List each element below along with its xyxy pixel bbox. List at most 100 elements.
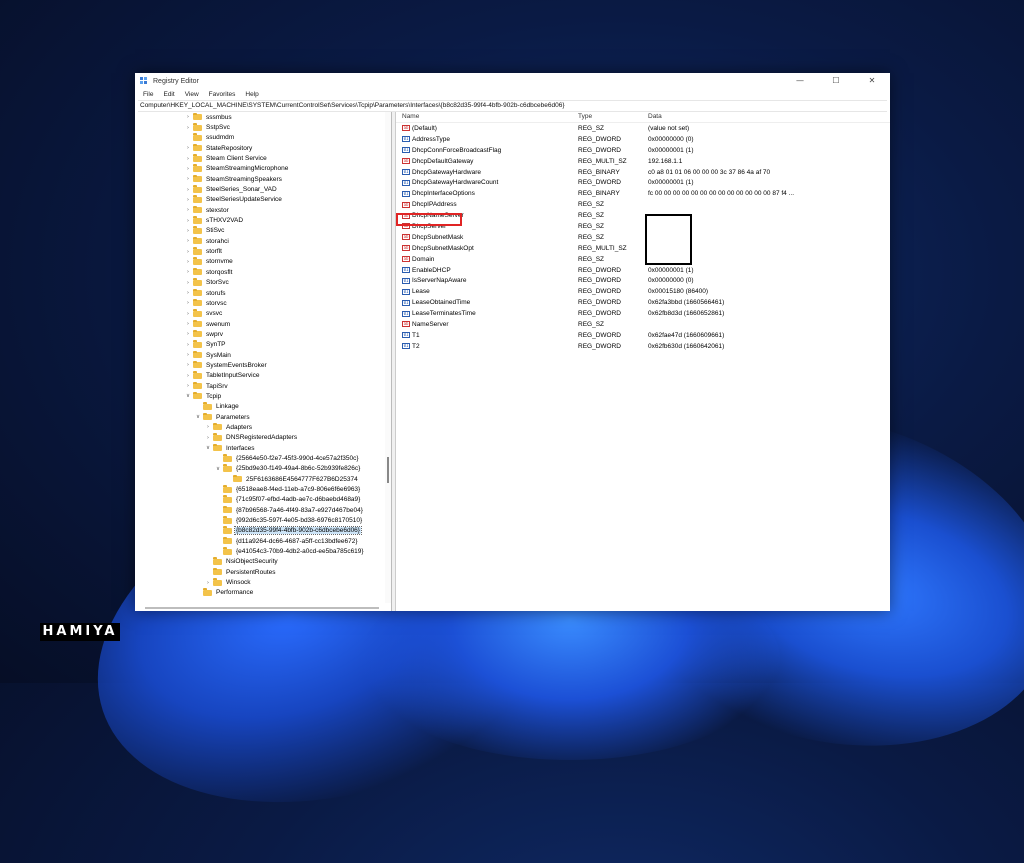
- tree-item[interactable]: › storahci: [135, 236, 391, 246]
- menu-view[interactable]: View: [180, 91, 204, 98]
- tree-item[interactable]: {e41054c3-70b9-4db2-a0cd-ee5ba785c619}: [135, 546, 391, 556]
- tree-item[interactable]: {25664e50-f2e7-45f3-990d-4ce57a2f350c}: [135, 453, 391, 463]
- chevron-down-icon[interactable]: ∨: [185, 393, 191, 399]
- tree-item[interactable]: › storflt: [135, 246, 391, 256]
- chevron-right-icon[interactable]: ›: [185, 114, 191, 120]
- value-row[interactable]: 01 T1 REG_DWORD 0x62fae47d (1660609661): [396, 330, 890, 341]
- tree-item[interactable]: 25F6163686E4564777F627B6D25374: [135, 474, 391, 484]
- value-row[interactable]: ab (Default) REG_SZ (value not set): [396, 123, 890, 134]
- chevron-right-icon[interactable]: ›: [185, 145, 191, 151]
- tree-item[interactable]: › svsvc: [135, 309, 391, 319]
- chevron-right-icon[interactable]: ›: [185, 352, 191, 358]
- tree-scroll-thumb[interactable]: [387, 457, 389, 483]
- tree-item[interactable]: › StiSvc: [135, 226, 391, 236]
- value-row[interactable]: 01 AddressType REG_DWORD 0x00000000 (0): [396, 134, 890, 145]
- chevron-right-icon[interactable]: ›: [185, 166, 191, 172]
- column-header-data[interactable]: Data: [648, 112, 890, 122]
- value-row[interactable]: ab Domain REG_SZ: [396, 254, 890, 265]
- tree-item[interactable]: ∨ {25bd9e30-f149-49a4-8b6c-52b939fe826c}: [135, 464, 391, 474]
- value-row[interactable]: ab DhcpDefaultGateway REG_MULTI_SZ 192.168.…: [396, 156, 890, 167]
- tree-item[interactable]: › storvsc: [135, 298, 391, 308]
- tree-item[interactable]: › SteamStreamingMicrophone: [135, 164, 391, 174]
- value-row[interactable]: ab DhcpSubnetMaskOpt REG_MULTI_SZ: [396, 243, 890, 254]
- tree-item[interactable]: › storqosflt: [135, 267, 391, 277]
- chevron-right-icon[interactable]: ›: [185, 269, 191, 275]
- value-row[interactable]: 01 LeaseTerminatesTime REG_DWORD 0x62fb8d3d…: [396, 308, 890, 319]
- tree-horizontal-scrollbar[interactable]: [145, 607, 379, 609]
- tree-item[interactable]: › SysMain: [135, 350, 391, 360]
- value-row[interactable]: 01 Lease REG_DWORD 0x00015180 (86400): [396, 286, 890, 297]
- chevron-right-icon[interactable]: ›: [185, 207, 191, 213]
- chevron-right-icon[interactable]: ›: [185, 238, 191, 244]
- tree-item[interactable]: › stexstor: [135, 205, 391, 215]
- tree-item[interactable]: › SteelSeries_Sonar_VAD: [135, 184, 391, 194]
- value-row[interactable]: ab DhcpSubnetMask REG_SZ: [396, 232, 890, 243]
- column-header-name[interactable]: Name: [396, 112, 578, 122]
- tree-item[interactable]: › sssmbus: [135, 112, 391, 122]
- tree-item[interactable]: › stornvme: [135, 257, 391, 267]
- tree-item[interactable]: Performance: [135, 588, 391, 598]
- chevron-right-icon[interactable]: ›: [185, 383, 191, 389]
- menu-file[interactable]: File: [138, 91, 158, 98]
- tree-item[interactable]: {d11a9264-dc66-4687-a5ff-cc13bdfee672}: [135, 536, 391, 546]
- tree-item[interactable]: › StorSvc: [135, 278, 391, 288]
- tree-item[interactable]: › SynTP: [135, 340, 391, 350]
- value-row[interactable]: ab DhcpIPAddress REG_SZ: [396, 199, 890, 210]
- tree-item[interactable]: {6518eae8-f4ed-11eb-a7c9-806e6f6e6963}: [135, 484, 391, 494]
- tree-item[interactable]: › swprv: [135, 329, 391, 339]
- chevron-down-icon[interactable]: ∨: [195, 414, 201, 420]
- value-row[interactable]: 01 T2 REG_DWORD 0x62fb630d (1660642061): [396, 341, 890, 352]
- chevron-down-icon[interactable]: ∨: [205, 445, 211, 451]
- tree-item[interactable]: › StateRepository: [135, 143, 391, 153]
- tree-item[interactable]: ∨ Parameters: [135, 412, 391, 422]
- chevron-right-icon[interactable]: ›: [185, 125, 191, 131]
- chevron-down-icon[interactable]: ∨: [215, 466, 221, 472]
- tree-item[interactable]: Linkage: [135, 402, 391, 412]
- title-bar[interactable]: Registry Editor — ☐ ✕: [135, 73, 890, 89]
- chevron-right-icon[interactable]: ›: [205, 580, 211, 586]
- chevron-right-icon[interactable]: ›: [185, 373, 191, 379]
- chevron-right-icon[interactable]: ›: [185, 218, 191, 224]
- close-button[interactable]: ✕: [854, 73, 890, 89]
- chevron-right-icon[interactable]: ›: [185, 187, 191, 193]
- menu-edit[interactable]: Edit: [158, 91, 179, 98]
- chevron-right-icon[interactable]: ›: [185, 311, 191, 317]
- value-row[interactable]: ab NameServer REG_SZ: [396, 319, 890, 330]
- maximize-button[interactable]: ☐: [818, 73, 854, 89]
- chevron-right-icon[interactable]: ›: [185, 321, 191, 327]
- tree-item[interactable]: {992d6c35-597f-4e05-bd38-6976c8170510}: [135, 515, 391, 525]
- tree-item[interactable]: › storufs: [135, 288, 391, 298]
- tree-item[interactable]: › TapiSrv: [135, 381, 391, 391]
- chevron-right-icon[interactable]: ›: [185, 342, 191, 348]
- tree-item[interactable]: {b8c82d35-99f4-4bfb-902b-c6dbcebe6d06}: [135, 526, 391, 536]
- value-row[interactable]: 01 DhcpGatewayHardware REG_BINARY c0 a8 01 …: [396, 167, 890, 178]
- tree-item[interactable]: › SstpSvc: [135, 122, 391, 132]
- chevron-right-icon[interactable]: ›: [185, 290, 191, 296]
- tree-item[interactable]: ∨ Tcpip: [135, 391, 391, 401]
- chevron-right-icon[interactable]: ›: [185, 249, 191, 255]
- value-row[interactable]: 01 DhcpConnForceBroadcastFlag REG_DWORD 0x0…: [396, 145, 890, 156]
- chevron-right-icon[interactable]: ›: [185, 259, 191, 265]
- value-row[interactable]: 01 DhcpInterfaceOptions REG_BINARY fc 00 00…: [396, 188, 890, 199]
- tree-item[interactable]: NsiObjectSecurity: [135, 557, 391, 567]
- address-bar[interactable]: Computer\HKEY_LOCAL_MACHINE\SYSTEM\Curre…: [138, 100, 887, 112]
- value-row[interactable]: ab DhcpNameServer REG_SZ: [396, 210, 890, 221]
- tree-item[interactable]: › Adapters: [135, 422, 391, 432]
- menu-help[interactable]: Help: [240, 91, 263, 98]
- chevron-right-icon[interactable]: ›: [185, 362, 191, 368]
- chevron-right-icon[interactable]: ›: [185, 197, 191, 203]
- chevron-right-icon[interactable]: ›: [185, 300, 191, 306]
- chevron-right-icon[interactable]: ›: [185, 280, 191, 286]
- tree-item[interactable]: › Winsock: [135, 577, 391, 587]
- chevron-right-icon[interactable]: ›: [205, 424, 211, 430]
- chevron-right-icon[interactable]: ›: [185, 228, 191, 234]
- tree-item[interactable]: › TabletInputService: [135, 371, 391, 381]
- tree-item[interactable]: › DNSRegisteredAdapters: [135, 433, 391, 443]
- value-row[interactable]: 01 LeaseObtainedTime REG_DWORD 0x62fa3bbd (…: [396, 297, 890, 308]
- value-row[interactable]: 01 DhcpGatewayHardwareCount REG_DWORD 0x000…: [396, 177, 890, 188]
- chevron-right-icon[interactable]: ›: [185, 156, 191, 162]
- tree-item[interactable]: {71c95f07-efbd-4adb-ae7c-d6baebd468a9}: [135, 495, 391, 505]
- tree-item[interactable]: ∨ Interfaces: [135, 443, 391, 453]
- tree-item[interactable]: ssudmdm: [135, 133, 391, 143]
- minimize-button[interactable]: —: [782, 73, 818, 89]
